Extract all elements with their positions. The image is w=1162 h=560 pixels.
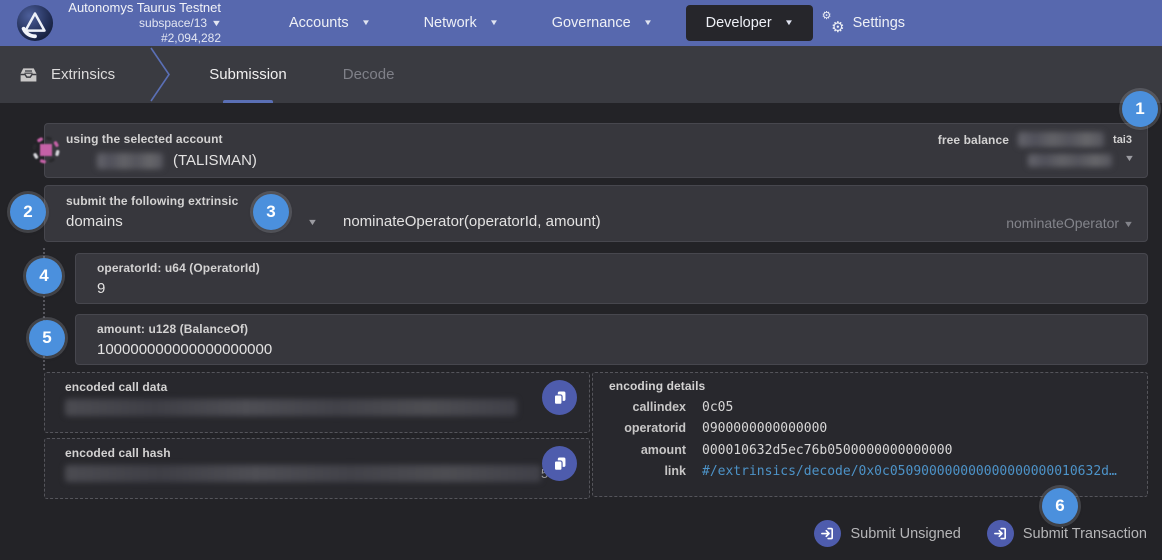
encoded-call-data-box: encoded call data <box>44 372 590 433</box>
copy-call-data-button[interactable] <box>542 380 577 415</box>
active-tab-underline <box>223 100 273 103</box>
redacted-call-data <box>65 399 517 416</box>
extrinsic-select: submit the following extrinsic domains n… <box>44 185 1148 242</box>
decode-link[interactable]: #/extrinsics/decode/0x0c0509000000000000… <box>702 464 1117 479</box>
main-nav: Accounts Network Governance Developer <box>269 5 813 41</box>
annotation-step-1: 1 <box>1122 91 1158 127</box>
param-operatorid-value[interactable]: 9 <box>97 280 105 297</box>
nav-item-governance[interactable]: Governance <box>532 5 672 41</box>
sign-in-icon <box>814 520 841 547</box>
encoding-details-box: encoding details callindex 0c05 operator… <box>592 372 1148 497</box>
token-unit: tai3 <box>1113 134 1132 146</box>
app-title: Extrinsics <box>51 66 115 83</box>
encoded-call-hash-label: encoded call hash <box>65 446 171 460</box>
method-dropdown[interactable]: nominateOperator <box>1006 215 1133 231</box>
nav-item-accounts[interactable]: Accounts <box>269 5 390 41</box>
annotation-step-2: 2 <box>10 194 46 230</box>
account-select[interactable]: using the selected account (TALISMAN) fr… <box>44 123 1148 178</box>
breadcrumb-chevron-icon <box>147 46 173 103</box>
pallet-dropdown-chevron-icon[interactable] <box>307 217 318 227</box>
copy-icon <box>551 389 568 406</box>
param-amount-value[interactable]: 100000000000000000000 <box>97 341 272 358</box>
annotation-step-3: 3 <box>253 194 289 230</box>
copy-call-hash-button[interactable] <box>542 446 577 481</box>
chevron-down-icon <box>211 18 222 29</box>
annotation-step-4: 4 <box>26 258 62 294</box>
detail-row-link: link #/extrinsics/decode/0x0c05090000000… <box>609 464 1133 479</box>
runtime-version[interactable]: subspace/13 <box>66 16 221 31</box>
redacted-secondary-balance <box>1028 154 1112 167</box>
annotation-step-6: 6 <box>1042 488 1078 524</box>
block-number: #2,094,282 <box>66 31 221 46</box>
action-buttons: Submit Unsigned Submit Transaction <box>814 520 1147 547</box>
chevron-down-icon <box>643 18 653 27</box>
chevron-down-icon <box>784 18 794 27</box>
chevron-down-icon <box>361 18 371 27</box>
detail-row-operatorid: operatorid 0900000000000000 <box>609 421 1133 436</box>
encoding-details-title: encoding details <box>609 379 705 393</box>
tab-decode[interactable]: Decode <box>315 46 423 103</box>
free-balance-label: free balance <box>938 133 1009 147</box>
detail-row-callindex: callindex 0c05 <box>609 400 1133 415</box>
tab-submission[interactable]: Submission <box>181 46 315 103</box>
redacted-balance-value <box>1018 132 1104 147</box>
submit-transaction-button[interactable]: Submit Transaction <box>987 520 1147 547</box>
account-select-label: using the selected account <box>66 132 223 146</box>
extrinsics-page: Autonomys Taurus Testnet subspace/13 #2,… <box>0 0 1162 560</box>
tab-bar: Extrinsics Submission Decode <box>0 46 1162 103</box>
param-amount-label: amount: u128 (BalanceOf) <box>97 322 248 336</box>
settings-button[interactable]: ⚙⚙ Settings <box>823 13 905 33</box>
nav-item-developer[interactable]: Developer <box>686 5 813 41</box>
extrinsic-select-label: submit the following extrinsic <box>66 194 238 208</box>
extrinsics-inbox-icon <box>18 64 39 85</box>
annotation-step-5: 5 <box>29 320 65 356</box>
redacted-call-hash <box>65 465 541 482</box>
pallet-dropdown[interactable]: domains <box>66 213 123 230</box>
method-signature: nominateOperator(operatorId, amount) <box>343 213 601 230</box>
account-dropdown-chevron-icon[interactable] <box>1124 153 1135 163</box>
account-source: (TALISMAN) <box>173 152 257 169</box>
sign-in-icon <box>987 520 1014 547</box>
redacted-account-name <box>97 153 163 169</box>
detail-row-amount: amount 000010632d5ec76b0500000000000000 <box>609 443 1133 458</box>
autonomys-logo-icon[interactable] <box>16 4 54 42</box>
encoded-call-hash-box: encoded call hash 5… <box>44 438 590 499</box>
chain-info[interactable]: Autonomys Taurus Testnet subspace/13 #2,… <box>66 0 221 46</box>
nav-item-network[interactable]: Network <box>404 5 518 41</box>
gear-icon: ⚙⚙ <box>823 13 845 33</box>
param-operatorid-input[interactable]: operatorId: u64 (OperatorId) 9 <box>75 253 1148 304</box>
chain-title: Autonomys Taurus Testnet <box>66 0 221 16</box>
param-operatorid-label: operatorId: u64 (OperatorId) <box>97 261 260 275</box>
chevron-down-icon <box>489 18 499 27</box>
copy-icon <box>551 455 568 472</box>
top-nav-bar: Autonomys Taurus Testnet subspace/13 #2,… <box>0 0 1162 46</box>
submit-unsigned-button[interactable]: Submit Unsigned <box>814 520 960 547</box>
param-amount-input[interactable]: amount: u128 (BalanceOf) 100000000000000… <box>75 314 1148 365</box>
encoded-call-data-label: encoded call data <box>65 380 167 394</box>
account-identicon <box>31 135 61 165</box>
method-dropdown-chevron-icon <box>1123 219 1134 229</box>
